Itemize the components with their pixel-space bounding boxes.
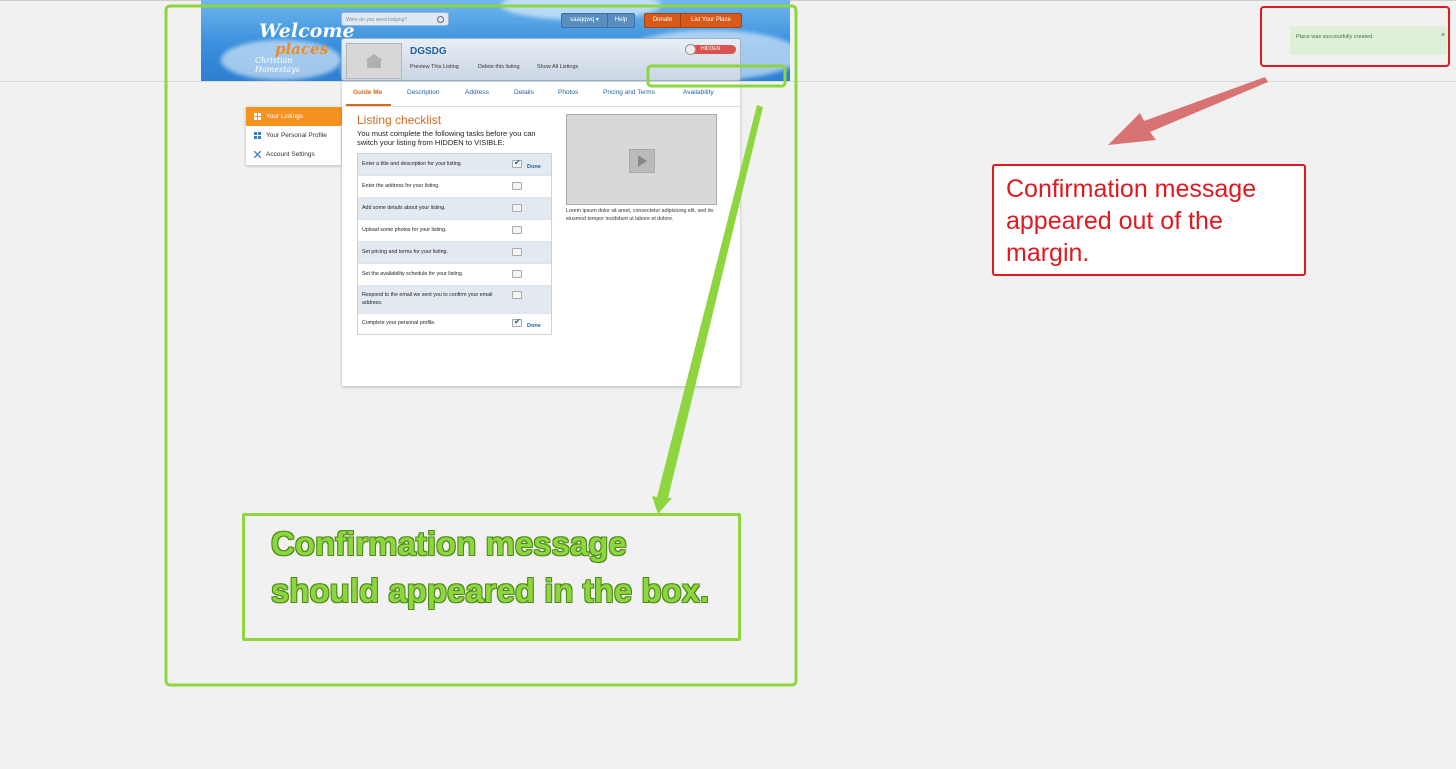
annotation-target-box [646, 64, 787, 88]
annotation-toast-box [1260, 6, 1450, 67]
annotation-green-arrow [652, 105, 763, 514]
annotation-overlay [164, 4, 1450, 687]
annotation-red-arrow [1108, 77, 1268, 145]
annotation-green-note: Confirmation message should appeared in … [242, 513, 741, 641]
annotation-red-note: Confirmation message appeared out of the… [992, 164, 1306, 276]
